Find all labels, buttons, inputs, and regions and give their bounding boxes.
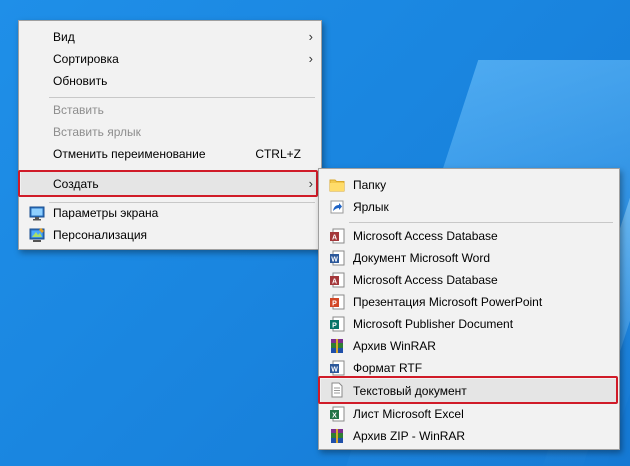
word-icon: W [329,250,345,266]
display-settings-icon [29,205,45,221]
menu-item-sort[interactable]: Сортировка › [21,48,319,70]
folder-icon [329,177,345,193]
submenu-item-folder[interactable]: Папку [321,174,617,196]
menu-item-display-settings[interactable]: Параметры экрана [21,202,319,224]
menu-item-paste-shortcut: Вставить ярлык [21,121,319,143]
menu-item-label: Персонализация [53,228,148,242]
powerpoint-icon: P [329,294,345,310]
menu-item-label: Вставить [53,103,104,117]
personalization-icon [29,227,45,243]
submenu-item-label: Microsoft Access Database [353,229,498,243]
menu-item-label: Вид [53,30,75,44]
submenu-item-label: Документ Microsoft Word [353,251,491,265]
menu-item-refresh[interactable]: Обновить [21,70,319,92]
submenu-item-label: Microsoft Access Database [353,273,498,287]
menu-item-paste: Вставить [21,99,319,121]
submenu-item-winrar-archive[interactable]: Архив WinRAR [321,335,617,357]
menu-separator [49,97,315,98]
submenu-item-access-database-2[interactable]: A Microsoft Access Database [321,269,617,291]
submenu-item-word-document[interactable]: W Документ Microsoft Word [321,247,617,269]
svg-text:W: W [331,256,338,263]
access-icon: A [329,272,345,288]
svg-text:P: P [332,322,337,329]
menu-item-undo-rename[interactable]: Отменить переименование CTRL+Z [21,143,319,165]
submenu-item-publisher[interactable]: P Microsoft Publisher Document [321,313,617,335]
submenu-item-shortcut[interactable]: Ярлык [321,196,617,218]
menu-item-label: Обновить [53,74,108,88]
winrar-icon [329,338,345,354]
svg-text:P: P [332,300,337,307]
submenu-item-label: Папку [353,178,387,192]
zip-winrar-icon [329,428,345,444]
shortcut-label: CTRL+Z [255,147,301,161]
menu-item-label: Вставить ярлык [53,125,141,139]
rtf-icon: W [329,360,345,376]
submenu-item-label: Ярлык [353,200,389,214]
highlight-frame-create [18,170,318,197]
menu-item-view[interactable]: Вид › [21,26,319,48]
desktop-context-menu: Вид › Сортировка › Обновить Вставить Вст… [18,20,322,250]
chevron-right-icon: › [308,29,313,44]
svg-text:A: A [332,278,337,285]
highlight-frame-text-document [318,376,618,404]
submenu-item-zip-winrar[interactable]: Архив ZIP - WinRAR [321,425,617,447]
submenu-item-label: Лист Microsoft Excel [353,407,464,421]
menu-separator [349,222,613,223]
chevron-right-icon: › [308,51,313,66]
menu-item-label: Отменить переименование [53,147,206,161]
submenu-item-label: Презентация Microsoft PowerPoint [353,295,543,309]
menu-item-label: Сортировка [53,52,119,66]
submenu-item-excel[interactable]: X Лист Microsoft Excel [321,403,617,425]
menu-item-label: Параметры экрана [53,206,159,220]
shortcut-icon [329,199,345,215]
publisher-icon: P [329,316,345,332]
create-submenu: Папку Ярлык A Microsoft Access Database … [318,168,620,450]
menu-item-personalization[interactable]: Персонализация [21,224,319,246]
svg-text:A: A [332,234,337,241]
submenu-item-label: Архив ZIP - WinRAR [353,429,466,443]
access-icon: A [329,228,345,244]
submenu-item-label: Архив WinRAR [353,339,436,353]
submenu-item-label: Microsoft Publisher Document [353,317,514,331]
svg-text:W: W [331,366,338,373]
submenu-item-powerpoint[interactable]: P Презентация Microsoft PowerPoint [321,291,617,313]
excel-icon: X [329,406,345,422]
svg-text:X: X [332,412,337,419]
submenu-item-access-database[interactable]: A Microsoft Access Database [321,225,617,247]
